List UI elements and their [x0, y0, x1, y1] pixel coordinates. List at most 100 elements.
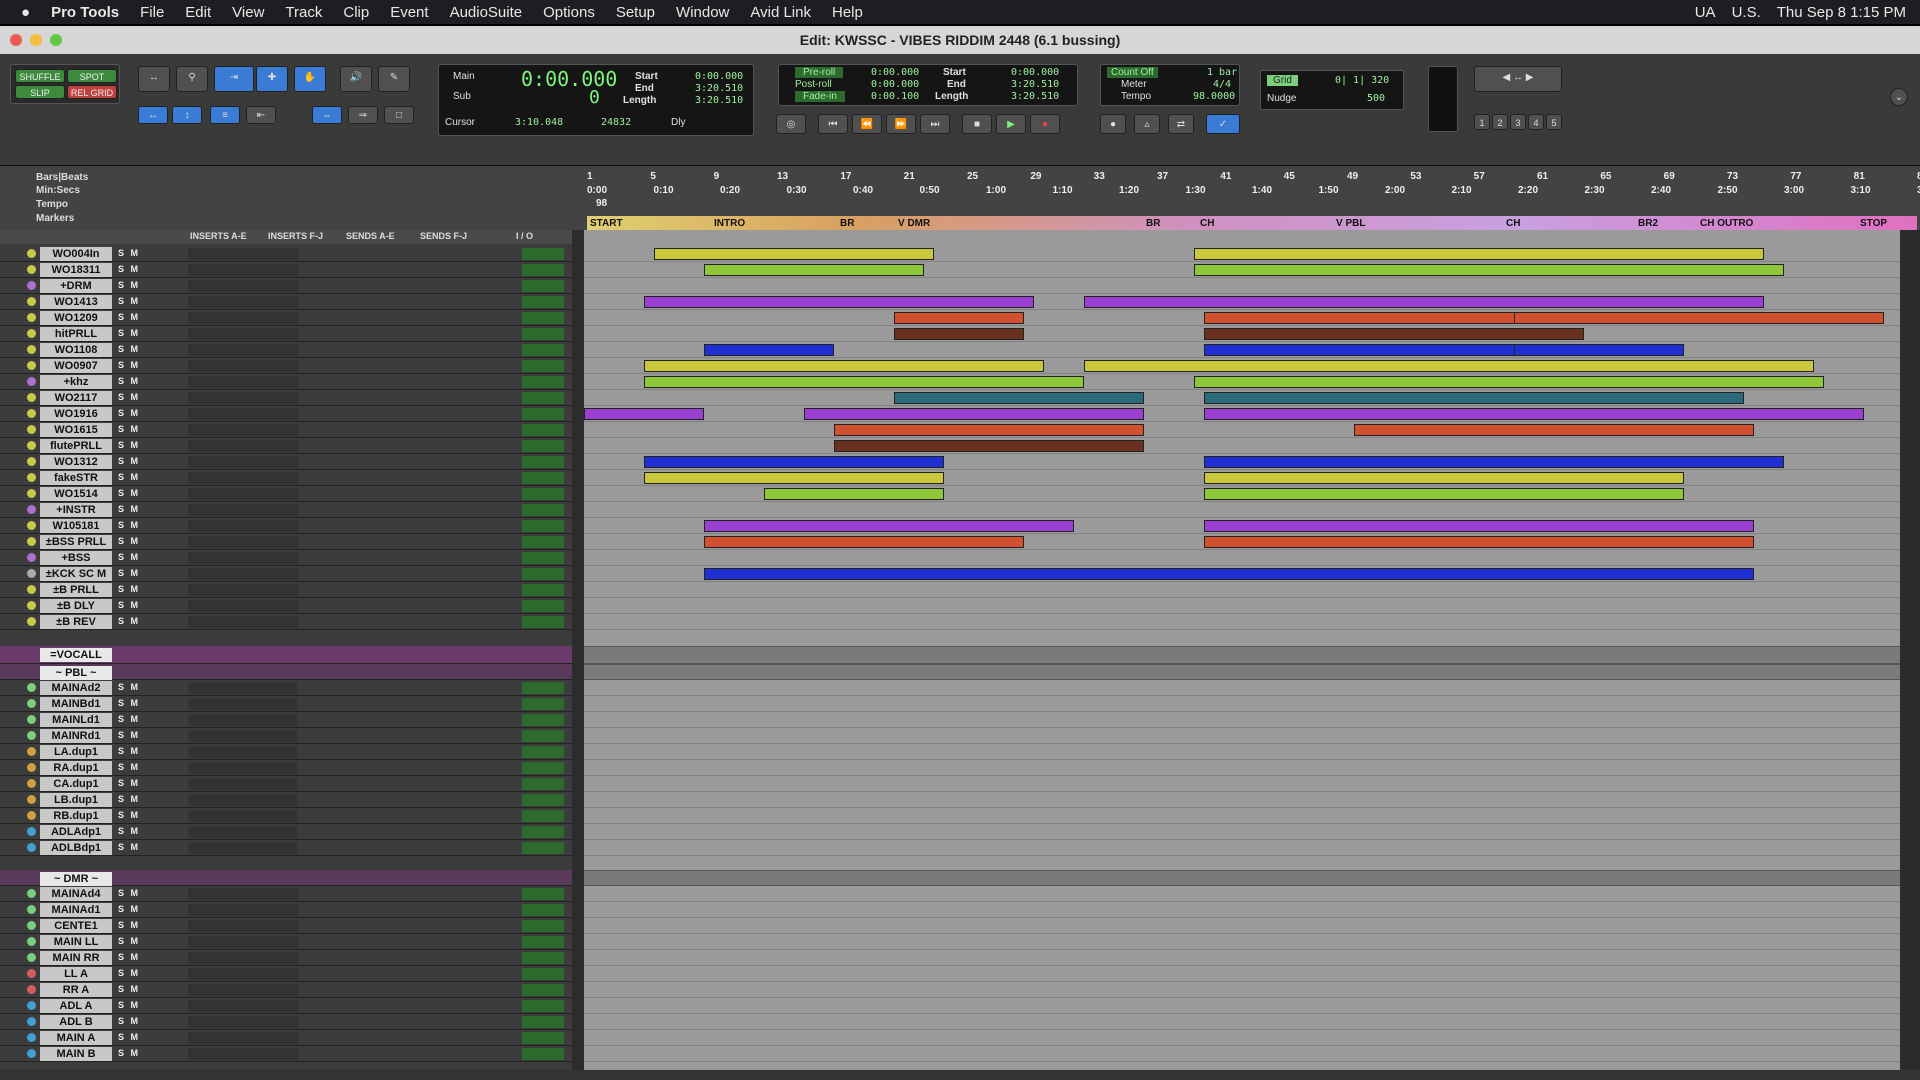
- track-lane[interactable]: [584, 776, 1900, 792]
- insert-slots[interactable]: [188, 568, 298, 580]
- insert-slots[interactable]: [188, 440, 298, 452]
- io-selector[interactable]: [522, 826, 564, 838]
- menu-help[interactable]: Help: [832, 4, 863, 21]
- audio-clip[interactable]: [1204, 520, 1754, 532]
- audio-clip[interactable]: [1354, 424, 1754, 436]
- solo-mute-buttons[interactable]: S M: [118, 778, 140, 788]
- spot-button[interactable]: SPOT: [67, 69, 117, 83]
- track-lane[interactable]: [584, 760, 1900, 776]
- solo-mute-buttons[interactable]: S M: [118, 1032, 140, 1042]
- track-name[interactable]: +BSS: [40, 551, 112, 565]
- audio-clip[interactable]: [1204, 328, 1584, 340]
- io-selector[interactable]: [522, 1000, 564, 1012]
- track-name[interactable]: WO18311: [40, 263, 112, 277]
- insert-slots[interactable]: [188, 456, 298, 468]
- record-icon[interactable]: ●: [1030, 114, 1060, 134]
- io-selector[interactable]: [522, 568, 564, 580]
- track-header[interactable]: fakeSTR S M: [0, 470, 572, 486]
- zoom-preset-3[interactable]: 3: [1510, 114, 1526, 130]
- marker-ch-outro[interactable]: CH OUTRO: [1700, 218, 1753, 229]
- io-selector[interactable]: [522, 1048, 564, 1060]
- audio-clip[interactable]: [704, 520, 1074, 532]
- track-name[interactable]: ±B DLY: [40, 599, 112, 613]
- track-header[interactable]: LA.dup1 S M: [0, 744, 572, 760]
- zoom-preset-4[interactable]: 4: [1528, 114, 1544, 130]
- audio-clip[interactable]: [834, 440, 1144, 452]
- track-name[interactable]: +khz: [40, 375, 112, 389]
- track-header[interactable]: WO1108 S M: [0, 342, 572, 358]
- io-selector[interactable]: [522, 280, 564, 292]
- io-selector[interactable]: [522, 296, 564, 308]
- track-name[interactable]: CENTE1: [40, 919, 112, 933]
- track-name[interactable]: MAIN A: [40, 1031, 112, 1045]
- track-lane[interactable]: [584, 598, 1900, 614]
- audio-clip[interactable]: [1204, 408, 1864, 420]
- track-lane[interactable]: [584, 614, 1900, 630]
- track-name[interactable]: ±B PRLL: [40, 583, 112, 597]
- track-lane[interactable]: [584, 582, 1900, 598]
- track-header[interactable]: WO1312 S M: [0, 454, 572, 470]
- audio-clip[interactable]: [894, 328, 1024, 340]
- track-name[interactable]: WO004In: [40, 247, 112, 261]
- keyboard-focus-icon[interactable]: □: [384, 106, 414, 124]
- io-selector[interactable]: [522, 584, 564, 596]
- link-timeline-icon[interactable]: ↔: [138, 106, 168, 124]
- shuffle-button[interactable]: SHUFFLE: [15, 69, 65, 83]
- solo-mute-buttons[interactable]: S M: [118, 344, 140, 354]
- wait-for-note-icon[interactable]: ●: [1100, 114, 1126, 134]
- track-lane[interactable]: [584, 262, 1900, 278]
- pencil-tool-icon[interactable]: ✎: [378, 66, 410, 92]
- track-lane[interactable]: [584, 840, 1900, 856]
- track-lane[interactable]: [584, 406, 1900, 422]
- insert-slots[interactable]: [188, 936, 298, 948]
- track-lane[interactable]: [584, 696, 1900, 712]
- track-lane[interactable]: [584, 998, 1900, 1014]
- nudge-value[interactable]: 500: [1367, 93, 1385, 104]
- solo-mute-buttons[interactable]: S M: [118, 984, 140, 994]
- marker-ch[interactable]: CH: [1506, 218, 1520, 229]
- track-header[interactable]: MAINAd1 S M: [0, 902, 572, 918]
- track-lane[interactable]: [584, 934, 1900, 950]
- track-header[interactable]: MAIN RR S M: [0, 950, 572, 966]
- track-name[interactable]: WO1615: [40, 423, 112, 437]
- track-lane[interactable]: [584, 390, 1900, 406]
- insert-slots[interactable]: [188, 842, 298, 854]
- solo-mute-buttons[interactable]: S M: [118, 936, 140, 946]
- insert-slots[interactable]: [188, 1000, 298, 1012]
- track-header[interactable]: WO1514 S M: [0, 486, 572, 502]
- go-to-end-icon[interactable]: ⏭: [920, 114, 950, 134]
- selector-tool-icon[interactable]: ✚: [256, 66, 288, 92]
- track-lane[interactable]: [584, 470, 1900, 486]
- insert-slots[interactable]: [188, 794, 298, 806]
- track-header[interactable]: LL A S M: [0, 966, 572, 982]
- insert-slots[interactable]: [188, 984, 298, 996]
- solo-mute-buttons[interactable]: S M: [118, 312, 140, 322]
- marker-start[interactable]: START: [590, 218, 623, 229]
- track-lane[interactable]: [584, 792, 1900, 808]
- insert-slots[interactable]: [188, 888, 298, 900]
- audio-clip[interactable]: [1514, 344, 1684, 356]
- audio-clip[interactable]: [1194, 376, 1824, 388]
- postroll-label[interactable]: Post-roll: [795, 79, 832, 90]
- audio-clip[interactable]: [704, 536, 1024, 548]
- io-selector[interactable]: [522, 376, 564, 388]
- track-header[interactable]: ±B REV S M: [0, 614, 572, 630]
- insert-slots[interactable]: [188, 1048, 298, 1060]
- track-header[interactable]: RA.dup1 S M: [0, 760, 572, 776]
- mirror-midi-icon[interactable]: ⇔: [312, 106, 342, 124]
- track-name[interactable]: fakeSTR: [40, 471, 112, 485]
- menu-setup[interactable]: Setup: [616, 4, 655, 21]
- track-name[interactable]: CA.dup1: [40, 777, 112, 791]
- io-selector[interactable]: [522, 552, 564, 564]
- io-selector[interactable]: [522, 698, 564, 710]
- counter-display[interactable]: Main 0:00.000 Sub 0 Start 0:00.000 End 3…: [438, 64, 754, 136]
- solo-mute-buttons[interactable]: S M: [118, 616, 140, 626]
- app-menu[interactable]: Pro Tools: [51, 4, 119, 21]
- track-header[interactable]: ±BSS PRLL S M: [0, 534, 572, 550]
- track-name[interactable]: RA.dup1: [40, 761, 112, 775]
- track-lane[interactable]: [584, 728, 1900, 744]
- insert-slots[interactable]: [188, 698, 298, 710]
- solo-mute-buttons[interactable]: S M: [118, 1000, 140, 1010]
- menu-file[interactable]: File: [140, 4, 164, 21]
- track-header[interactable]: flutePRLL S M: [0, 438, 572, 454]
